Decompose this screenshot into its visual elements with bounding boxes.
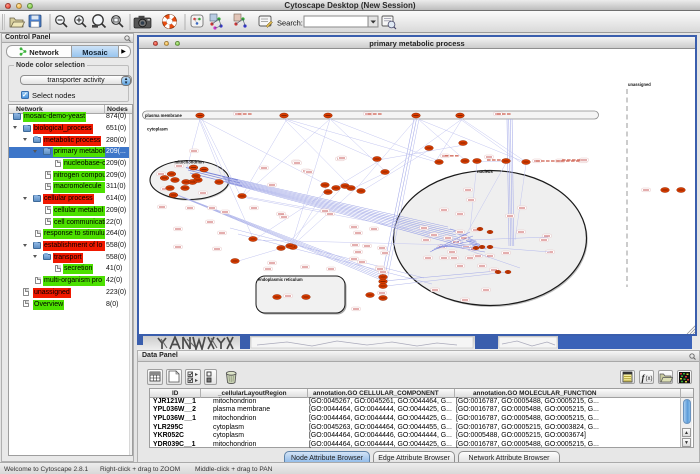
svg-text:endoplasmic reticulum: endoplasmic reticulum bbox=[258, 277, 303, 282]
svg-text:mitochondrion: mitochondrion bbox=[175, 160, 205, 165]
svg-text:unassigned: unassigned bbox=[628, 82, 651, 87]
svg-text:nucleus: nucleus bbox=[477, 169, 493, 174]
svg-text:plasma membrane: plasma membrane bbox=[145, 113, 182, 118]
svg-text:(x): (x) bbox=[646, 376, 653, 382]
svg-text:Search:: Search: bbox=[277, 19, 303, 28]
svg-text:cytoplasm: cytoplasm bbox=[147, 127, 168, 132]
